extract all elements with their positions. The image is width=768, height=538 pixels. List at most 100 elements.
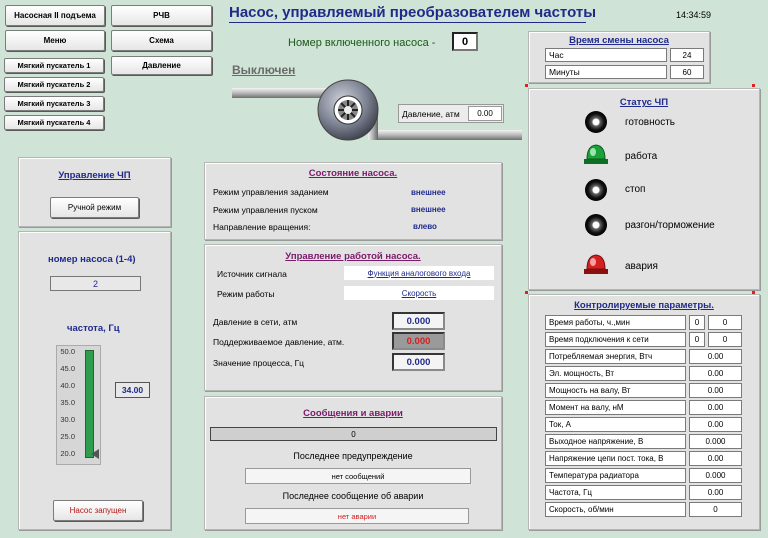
pressure-button[interactable]: Давление [111, 56, 212, 75]
param-value: 0.00 [689, 366, 742, 381]
param-label: Ток, А [545, 417, 686, 432]
frequency-value[interactable]: 34.00 [115, 382, 150, 398]
signal-source-label: Источник сигнала [217, 269, 287, 279]
param-value: 0.00 [689, 383, 742, 398]
scale-tick: 20.0 [60, 449, 75, 458]
param-label: Потребляемая энергия, Втч [545, 349, 686, 364]
param-label: Частота, Гц [545, 485, 686, 500]
active-pump-value: 0 [452, 32, 478, 51]
pump-state-title: Состояние насоса. [308, 168, 398, 179]
param-label: Мощность на валу, Вт [545, 383, 686, 398]
process-value: 0.000 [392, 353, 445, 371]
frequency-title: частота, Гц [67, 323, 120, 334]
param-label: Выходное напряжение, В [545, 434, 686, 449]
pump-number-value[interactable]: 2 [50, 276, 141, 291]
page-title: Насос, управляемый преобразователем част… [229, 4, 597, 21]
scale-tick: 45.0 [60, 364, 75, 373]
param-label: Время подключения к сети [545, 332, 686, 347]
manual-mode-button[interactable]: Ручной режим [50, 197, 139, 218]
work-mode-link[interactable]: Скорость [344, 286, 494, 300]
control-setpoint-label: Режим управления заданием [213, 187, 329, 197]
scale-tick: 25.0 [60, 432, 75, 441]
shift-hour-label: Час [545, 48, 667, 62]
param-value-hours: 0 [689, 332, 705, 347]
shift-time-title: Время смены насоса [569, 35, 669, 46]
shift-minutes-value[interactable]: 60 [670, 65, 704, 79]
scale-tick: 30.0 [60, 415, 75, 424]
vfd-status-title: Статус ЧП [619, 97, 669, 108]
control-start-value: внешнее [411, 205, 446, 214]
scale-tick: 35.0 [60, 398, 75, 407]
vfd-control-panel: Управление ЧП Ручной режим [18, 157, 171, 227]
param-label: Момент на валу, нМ [545, 400, 686, 415]
title-underline [229, 22, 586, 23]
menu-button[interactable]: Меню [5, 30, 105, 51]
control-start-label: Режим управления пуском [213, 205, 318, 215]
vfd-status-panel: Статус ЧП готовность работа стоп разгон/… [528, 88, 760, 290]
param-value: 0.000 [689, 434, 742, 449]
param-value: 0.00 [689, 485, 742, 500]
pump-control-title: Управление работой насоса. [285, 251, 421, 262]
pump-control-panel: Управление работой насоса. Источник сигн… [204, 244, 502, 391]
scheme-button[interactable]: Схема [111, 30, 212, 51]
setpoint-pressure-label: Поддерживаемое давление, атм. [213, 337, 345, 347]
pump-select-panel: номер насоса (1-4) 2 частота, Гц 50.0 45… [18, 231, 171, 530]
status-ready-label: готовность [625, 117, 675, 128]
soft-starter-3-button[interactable]: Мягкий пускатель 3 [4, 96, 104, 111]
param-label: Температура радиатора [545, 468, 686, 483]
last-alarm-label: Последнее сообщение об аварии [282, 491, 424, 501]
outlet-pipe [372, 130, 522, 140]
inlet-pipe [232, 88, 332, 98]
soft-starter-2-button[interactable]: Мягкий пускатель 2 [4, 77, 104, 92]
work-mode-label: Режим работы [217, 289, 275, 299]
run-lamp-icon [584, 144, 608, 164]
param-label: Время работы, ч.,мин [545, 315, 686, 330]
status-accel-label: разгон/торможение [625, 220, 715, 231]
status-alarm-label: авария [625, 261, 658, 272]
pump-started-button[interactable]: Насос запущен [53, 500, 143, 521]
red-marker [525, 84, 528, 87]
active-pump-label: Номер включенного насоса - [288, 37, 436, 49]
messages-panel: Сообщения и аварии 0 Последнее предупреж… [204, 396, 502, 530]
param-value: 0.00 [689, 349, 742, 364]
scale-tick: 40.0 [60, 381, 75, 390]
net-pressure-label: Давление в сети, атм [213, 317, 298, 327]
message-counter: 0 [210, 427, 497, 441]
status-run-label: работа [625, 151, 658, 162]
last-warning-label: Последнее предупреждение [293, 451, 413, 461]
setpoint-pressure-input[interactable]: 0.000 [392, 332, 445, 350]
params-title: Контролируемые параметры. [574, 300, 714, 311]
clock: 14:34:59 [676, 10, 712, 20]
pump-pressure-label: Давление, атм [402, 109, 460, 119]
param-value: 0.000 [689, 468, 742, 483]
shift-time-panel: Время смены насоса Час 24 Минуты 60 [528, 31, 710, 83]
param-label: Напряжение цепи пост. тока, В [545, 451, 686, 466]
process-value-label: Значение процесса, Гц [213, 358, 305, 368]
shift-hour-value[interactable]: 24 [670, 48, 704, 62]
pump-station-button[interactable]: Насосная II подъема [5, 5, 105, 26]
messages-title: Сообщения и аварии [303, 408, 403, 419]
signal-source-link[interactable]: Функция аналогового входа [344, 266, 494, 280]
soft-starter-1-button[interactable]: Мягкий пускатель 1 [4, 58, 104, 73]
ready-lamp-icon [585, 111, 607, 133]
last-alarm-value: нет аварии [245, 508, 469, 524]
param-value: 0.00 [689, 400, 742, 415]
soft-starter-4-button[interactable]: Мягкий пускатель 4 [4, 115, 104, 130]
rotation-direction-label: Направление вращения: [213, 222, 311, 232]
status-stop-label: стоп [625, 184, 646, 195]
accel-lamp-icon [585, 214, 607, 236]
param-label: Эл. мощность, Вт [545, 366, 686, 381]
param-label: Скорость, об/мин [545, 502, 686, 517]
last-warning-value: нет сообщений [245, 468, 471, 484]
shift-minutes-label: Минуты [545, 65, 667, 79]
param-value-hours: 0 [689, 315, 705, 330]
pump-pressure-value: 0.00 [468, 106, 502, 121]
scale-tick: 50.0 [60, 347, 75, 356]
frequency-slider-handle[interactable] [91, 449, 99, 459]
stop-lamp-icon [585, 179, 607, 201]
rotation-direction-value: влево [413, 222, 437, 231]
param-value: 0 [689, 502, 742, 517]
param-value: 0.00 [689, 451, 742, 466]
red-marker [752, 84, 755, 87]
rchv-button[interactable]: РЧВ [111, 5, 212, 26]
